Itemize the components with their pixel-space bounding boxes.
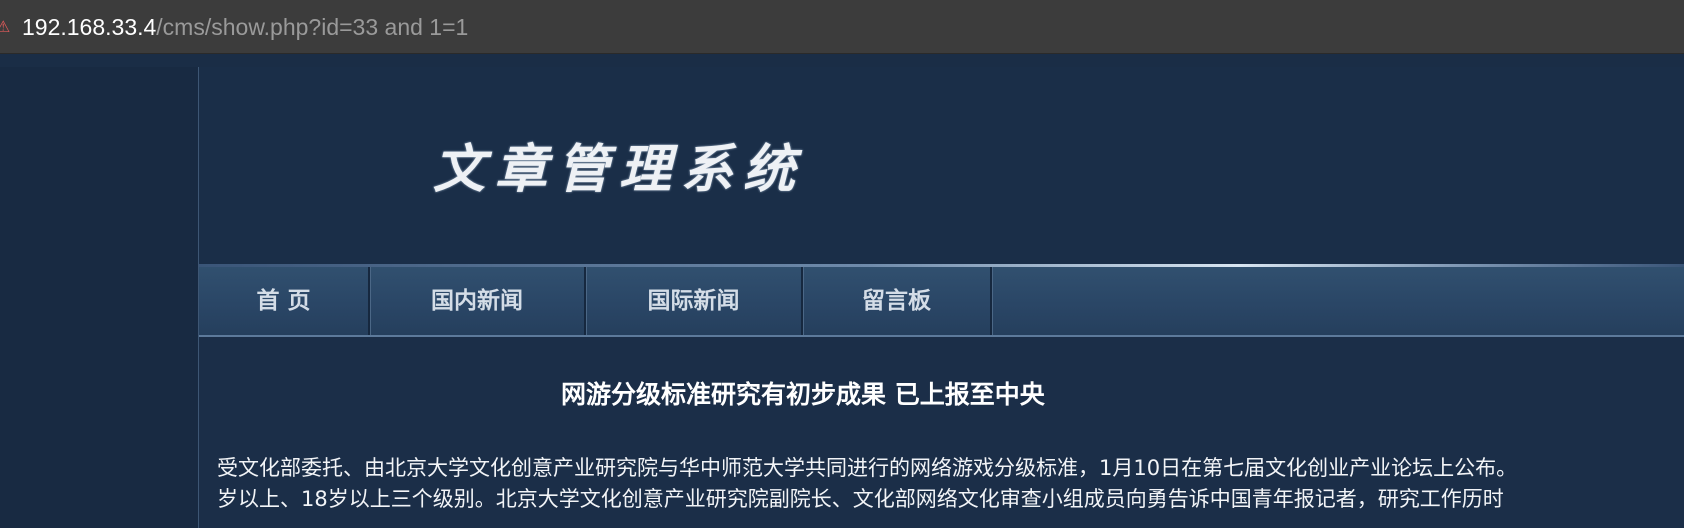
- nav-item-guestbook[interactable]: 留言板: [803, 267, 992, 335]
- url-path: /cms/show.php?id=33 and 1=1: [156, 14, 469, 40]
- left-sidebar: [0, 67, 199, 528]
- main-column: 文章管理系统 首 页 国内新闻 国际新闻 留言板 网游分级标准研究有初步成果 已…: [199, 67, 1684, 528]
- article-body: 受文化部委托、由北京大学文化创意产业研究院与华中师范大学共同进行的网络游戏分级标…: [217, 453, 1684, 528]
- nav-item-domestic-news[interactable]: 国内新闻: [370, 267, 586, 335]
- not-secure-icon[interactable]: ⚠: [0, 17, 10, 37]
- article-paragraph-line: 受文化部委托、由北京大学文化创意产业研究院与华中师范大学共同进行的网络游戏分级标…: [217, 456, 1518, 480]
- nav-item-home[interactable]: 首 页: [199, 267, 370, 335]
- url-text[interactable]: 192.168.33.4/cms/show.php?id=33 and 1=1: [22, 12, 468, 42]
- nav-item-international-news[interactable]: 国际新闻: [586, 267, 803, 335]
- browser-address-bar[interactable]: ⚠ 192.168.33.4/cms/show.php?id=33 and 1=…: [0, 0, 1684, 54]
- site-logo-title: 文章管理系统: [433, 139, 806, 200]
- site-banner: 文章管理系统: [199, 67, 1684, 265]
- article-paragraph-line: 岁以上、18岁以上三个级别。北京大学文化创意产业研究院副院长、文化部网络文化审查…: [217, 487, 1504, 511]
- web-page: 文章管理系统 首 页 国内新闻 国际新闻 留言板 网游分级标准研究有初步成果 已…: [0, 54, 1684, 528]
- main-nav: 首 页 国内新闻 国际新闻 留言板: [199, 267, 1684, 337]
- url-host: 192.168.33.4: [22, 14, 157, 40]
- article-title: 网游分级标准研究有初步成果 已上报至中央: [561, 380, 1045, 409]
